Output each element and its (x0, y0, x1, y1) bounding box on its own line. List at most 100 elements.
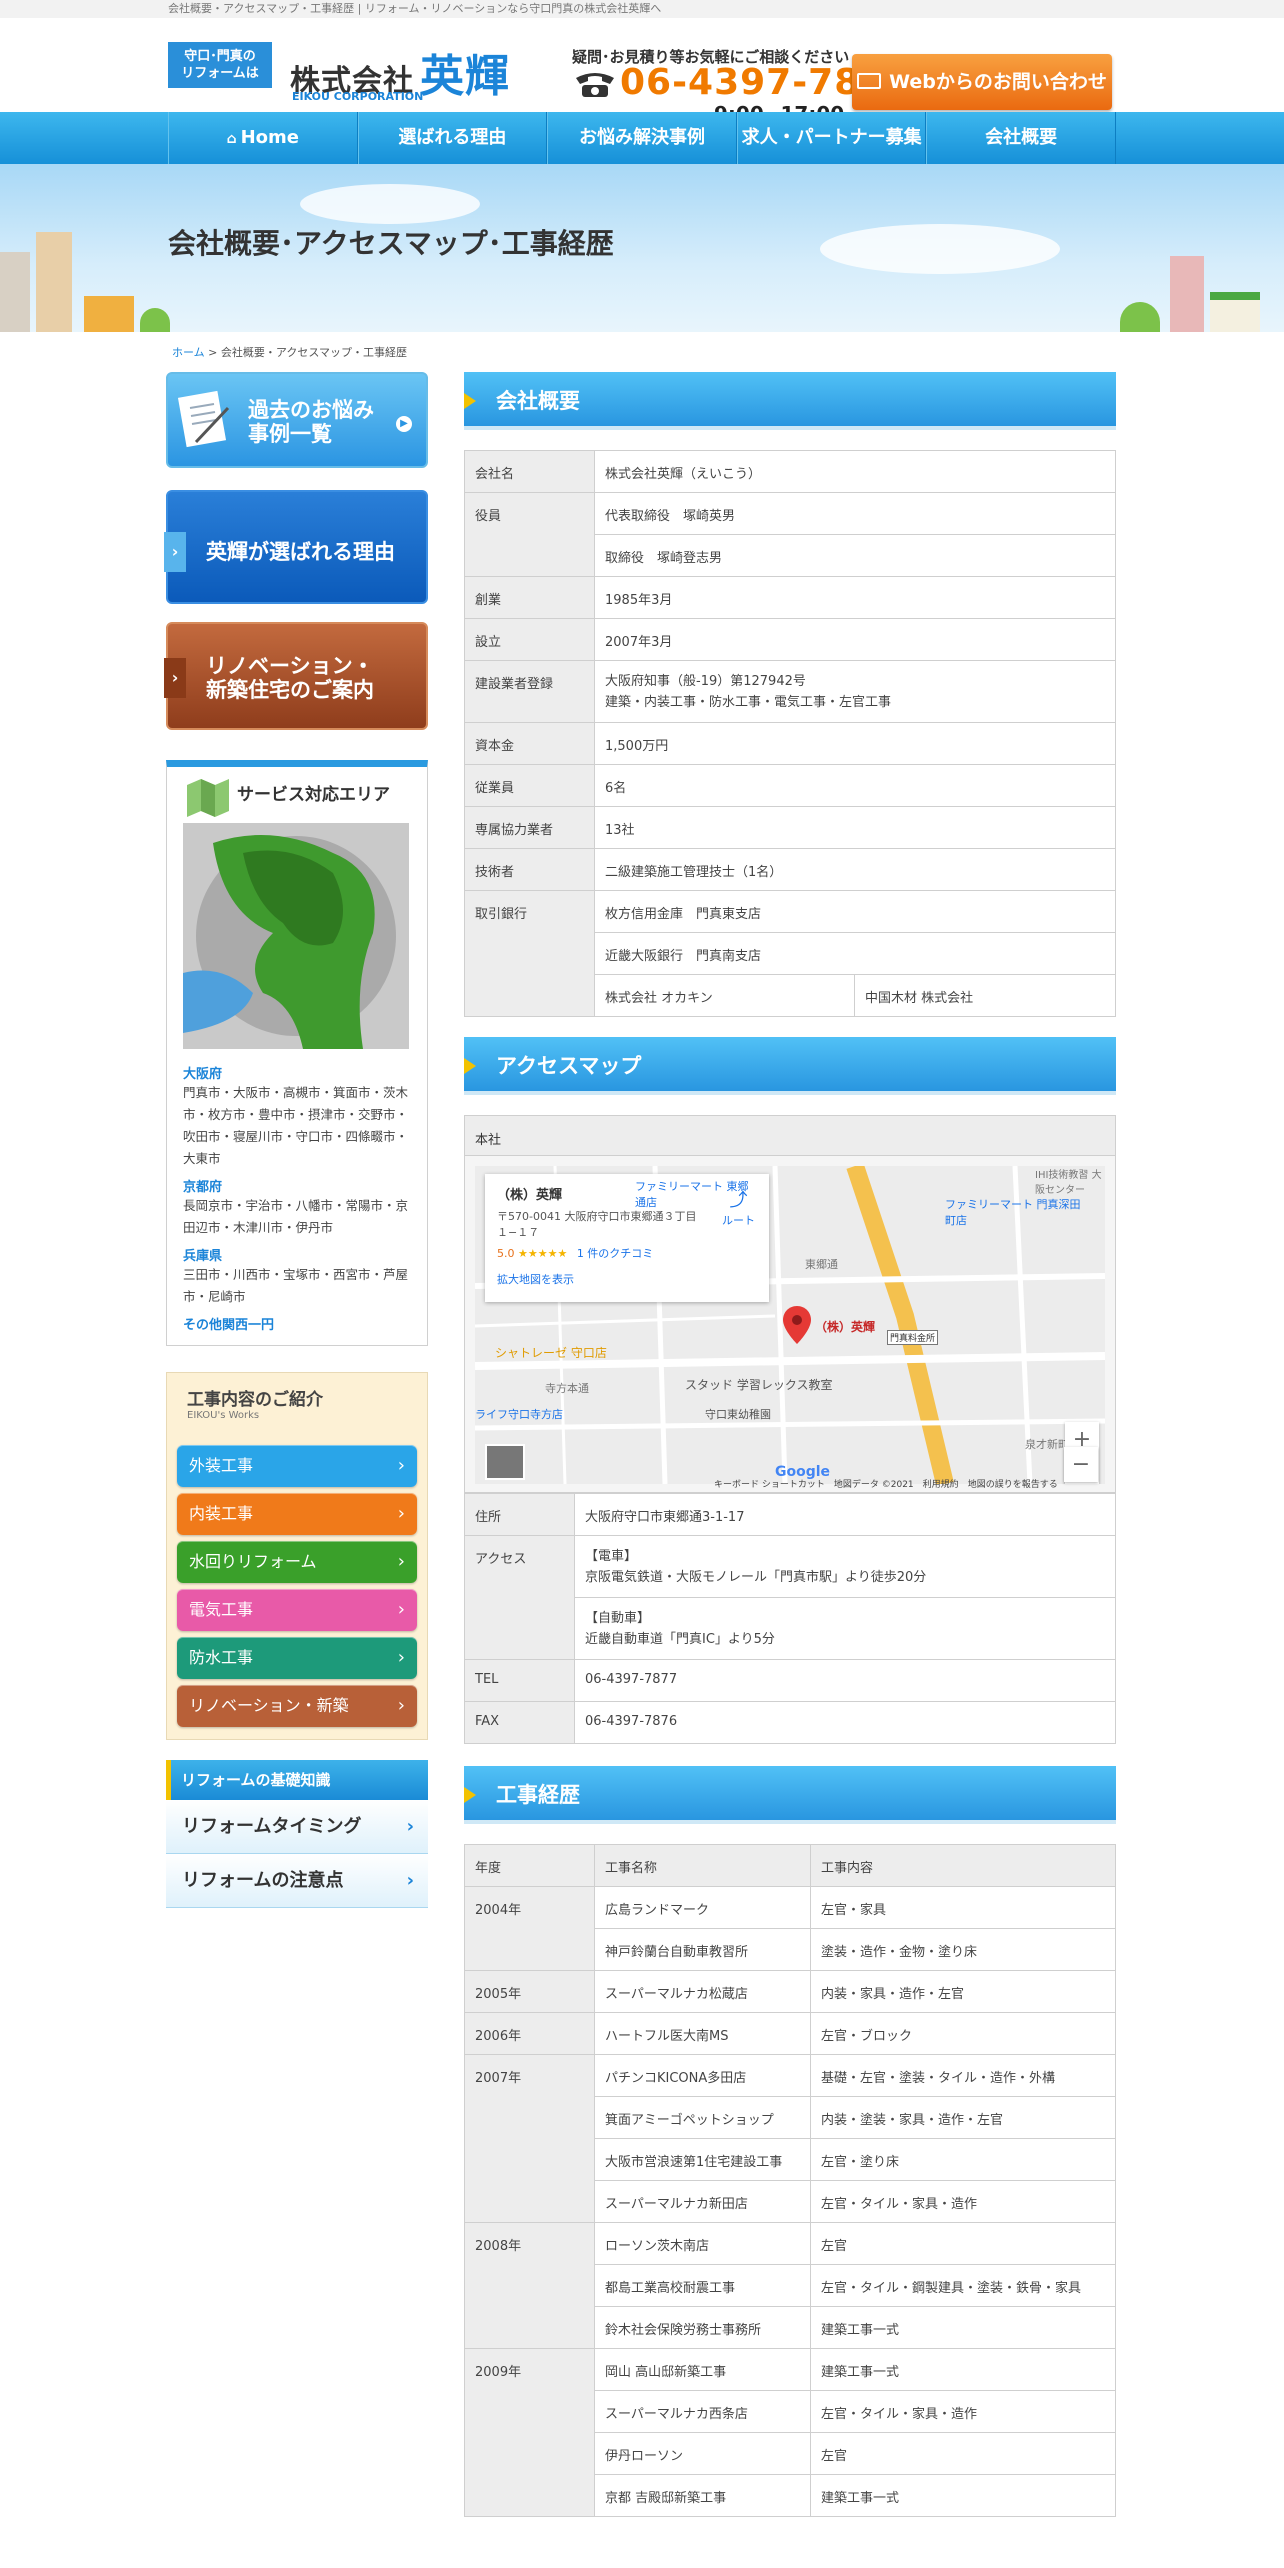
cloud-decoration (820, 224, 1060, 274)
history-body: 2004年 広島ランドマーク 左官・家具 神戸鈴蘭台自動車教習所 塗装・造作・金物・塗り… (464, 1886, 1116, 2517)
access-value: 【電車】 京阪電気鉄道・大阪モノレール「門真市駅」より徒歩20分 (574, 1535, 1116, 1598)
zoom-out-button[interactable]: − (1064, 1447, 1098, 1482)
history-project-work: 建築工事一式 (810, 2306, 1116, 2349)
company-value: 大阪府知事（般-19）第127942号 建築・内装工事・防水工事・電気工事・左官工… (594, 660, 1116, 723)
sidebar: 過去のお悩み 事例一覧 ▶ › 英輝が選ばれる理由 › リノベーション・ 新築住… (164, 372, 428, 1908)
company-value: 枚方信用金庫 門真東支店 (594, 890, 1116, 933)
logo-subtitle: EIKOU CORPORATION (292, 90, 424, 103)
history-project-work: 左官・家具 (810, 1886, 1116, 1929)
cloud-decoration (300, 184, 480, 224)
nav-reasons[interactable]: 選ばれる理由 (357, 112, 548, 164)
company-label: 技術者 (464, 848, 595, 891)
history-project-work: 左官 (810, 2222, 1116, 2265)
works-item[interactable]: 外装工事 (177, 1445, 417, 1487)
cases-banner[interactable]: 過去のお悩み 事例一覧 ▶ (166, 372, 428, 468)
phone-icon (576, 73, 614, 97)
access-value: 大阪府守口市東郷通3-1-17 (574, 1493, 1116, 1536)
map-rating-row: 5.0 ★★★★★ 1 件のクチコミ (497, 1247, 654, 1260)
works-title: 工事内容のご紹介 EIKOU's Works (187, 1390, 323, 1421)
history-project-name: 岡山 高山邸新築工事 (594, 2348, 811, 2391)
history-project-work: 建築工事一式 (810, 2474, 1116, 2517)
history-project-name: スーパーマルナカ西条店 (594, 2390, 811, 2433)
nav-home[interactable]: ⌂ Home (168, 112, 358, 164)
company-label: 建設業者登録 (464, 660, 595, 723)
home-icon: ⌂ (226, 131, 237, 147)
area-map-graphic (183, 823, 409, 1049)
breadcrumb-home-link[interactable]: ホーム (172, 346, 205, 359)
company-value: 6名 (594, 764, 1116, 807)
reform-knowledge-menu: リフォームの基礎知識 リフォームタイミング リフォームの注意点 (166, 1760, 428, 1908)
history-project-work: 内装・家具・造作・左官 (810, 1970, 1116, 2013)
works-item[interactable]: 防水工事 (177, 1637, 417, 1679)
area-pref-kyoto[interactable]: 京都府 (183, 1176, 411, 1195)
history-col-year: 年度 (464, 1844, 595, 1887)
works-item[interactable]: 内装工事 (177, 1493, 417, 1535)
service-area-box: サービス対応エリア 大阪府 門真市・大阪市・高槻市・箕面市・茨木市・枚方市・豊中… (166, 760, 428, 1346)
building-decoration (1170, 256, 1204, 332)
table-row: 2005年 スーパーマルナカ松蔵店 内装・家具・造作・左官 (464, 1970, 1116, 2013)
map-satellite-toggle[interactable] (485, 1444, 525, 1480)
nav-recruit[interactable]: 求人・パートナー募集 (736, 112, 927, 164)
company-value: 1985年3月 (594, 576, 1116, 619)
partner-name: 中国木材 株式会社 (854, 974, 1116, 1017)
access-label: アクセス (464, 1535, 575, 1660)
embedded-map[interactable]: （株）英輝 〒570-0041 大阪府守口市東郷通３丁目１−１７ 5.0 ★★★… (475, 1166, 1105, 1484)
renovation-banner[interactable]: › リノベーション・ 新築住宅のご案内 (164, 622, 428, 730)
reasons-banner[interactable]: › 英輝が選ばれる理由 (164, 490, 428, 604)
mail-icon (857, 72, 882, 89)
company-value: 1,500万円 (594, 722, 1116, 765)
tree-decoration (1120, 302, 1160, 332)
shop-decoration (84, 296, 134, 332)
arrow-right-icon: ▶ (396, 416, 412, 432)
tree-decoration (140, 308, 170, 332)
area-pref-hyogo[interactable]: 兵庫県 (183, 1245, 411, 1264)
building-decoration (36, 232, 72, 332)
history-year: 2005年 (464, 1970, 595, 2013)
partner-name: 株式会社 オカキン (594, 974, 855, 1017)
access-heading: アクセスマップ (464, 1037, 1116, 1095)
history-project-work: 左官・ブロック (810, 2012, 1116, 2055)
chevron-right-icon: › (164, 658, 186, 698)
map-enlarge-link[interactable]: 拡大地図を表示 (497, 1271, 757, 1287)
map-poi-label: 守口東幼稚園 (705, 1408, 771, 1421)
company-label: 資本金 (464, 722, 595, 765)
company-value: 代表取締役 塚崎英男 (594, 492, 1116, 535)
service-area-title: サービス対応エリア (183, 767, 411, 823)
area-pref-osaka[interactable]: 大阪府 (183, 1063, 411, 1082)
map-footer: キーボード ショートカット 地図データ ©2021 利用規約 地図の誤りを報告す… (714, 1480, 1058, 1490)
kiso-item-timing[interactable]: リフォームタイミング (166, 1800, 428, 1854)
table-row: 2007年 パチンコKICONA多田店 基礎・左官・塗装・タイル・造作・外構 (464, 2054, 1116, 2223)
map-address: 〒570-0041 大阪府守口市東郷通３丁目１−１７ (497, 1210, 697, 1239)
company-label: 専属協力業者 (464, 806, 595, 849)
house-decoration (1210, 292, 1260, 332)
history-heading: 工事経歴 (464, 1766, 1116, 1824)
company-value: 二級建築施工管理技士（1名） (594, 848, 1116, 891)
table-row: 2008年 ローソン茨木南店 左官 (464, 2222, 1116, 2349)
history-project-work: 建築工事一式 (810, 2348, 1116, 2391)
global-nav: ⌂ Home 選ばれる理由 お悩み解決事例 求人・パートナー募集 会社概要 (0, 112, 1284, 164)
top-tagline: 会社概要・アクセスマップ・工事経歴 | リフォーム・リノベーションなら守口門真の… (0, 0, 1284, 18)
nav-company[interactable]: 会社概要 (926, 112, 1116, 164)
map-poi-label: 寺方本通 (545, 1382, 589, 1395)
area-cities-osaka: 門真市・大阪市・高槻市・箕面市・茨木市・枚方市・豊中市・摂津市・交野市・吹田市・… (183, 1085, 409, 1166)
company-value: 株式会社英輝（えいこう） (594, 450, 1116, 493)
history-project-name: ローソン茨木南店 (594, 2222, 811, 2265)
works-item[interactable]: リノベーション・新築 (177, 1685, 417, 1727)
works-item[interactable]: 水回りリフォーム (177, 1541, 417, 1583)
company-label: 創業 (464, 576, 595, 619)
works-item[interactable]: 電気工事 (177, 1589, 417, 1631)
area-other[interactable]: その他関西一円 (183, 1314, 411, 1333)
kiso-item-caution[interactable]: リフォームの注意点 (166, 1854, 428, 1908)
map-pin-icon[interactable] (783, 1306, 811, 1344)
history-year: 2004年 (464, 1886, 595, 1971)
office-map-box: 本社 （株）英輝 〒570-0041 大阪府守口市東郷通３丁目１−１７ 5.0 … (464, 1115, 1116, 1493)
access-value: 【自動車】 近畿自動車道「門真IC」より5分 (574, 1597, 1116, 1660)
map-reviews-link[interactable]: 1 件のクチコミ (577, 1247, 654, 1260)
breadcrumb: ホーム > 会社概要・アクセスマップ・工事経歴 (172, 346, 408, 359)
web-contact-button[interactable]: Webからのお問い合わせ (852, 54, 1112, 110)
nav-cases[interactable]: お悩み解決事例 (547, 112, 737, 164)
map-poi-label: ファミリーマート 門真深田町店 (945, 1198, 1081, 1227)
history-table: 年度 工事名称 工事内容 2004年 広島ランドマーク 左官・家具 神戸鈴蘭台自動車教… (464, 1844, 1116, 2517)
history-project-work: 左官・塗り床 (810, 2138, 1116, 2181)
company-value: 13社 (594, 806, 1116, 849)
